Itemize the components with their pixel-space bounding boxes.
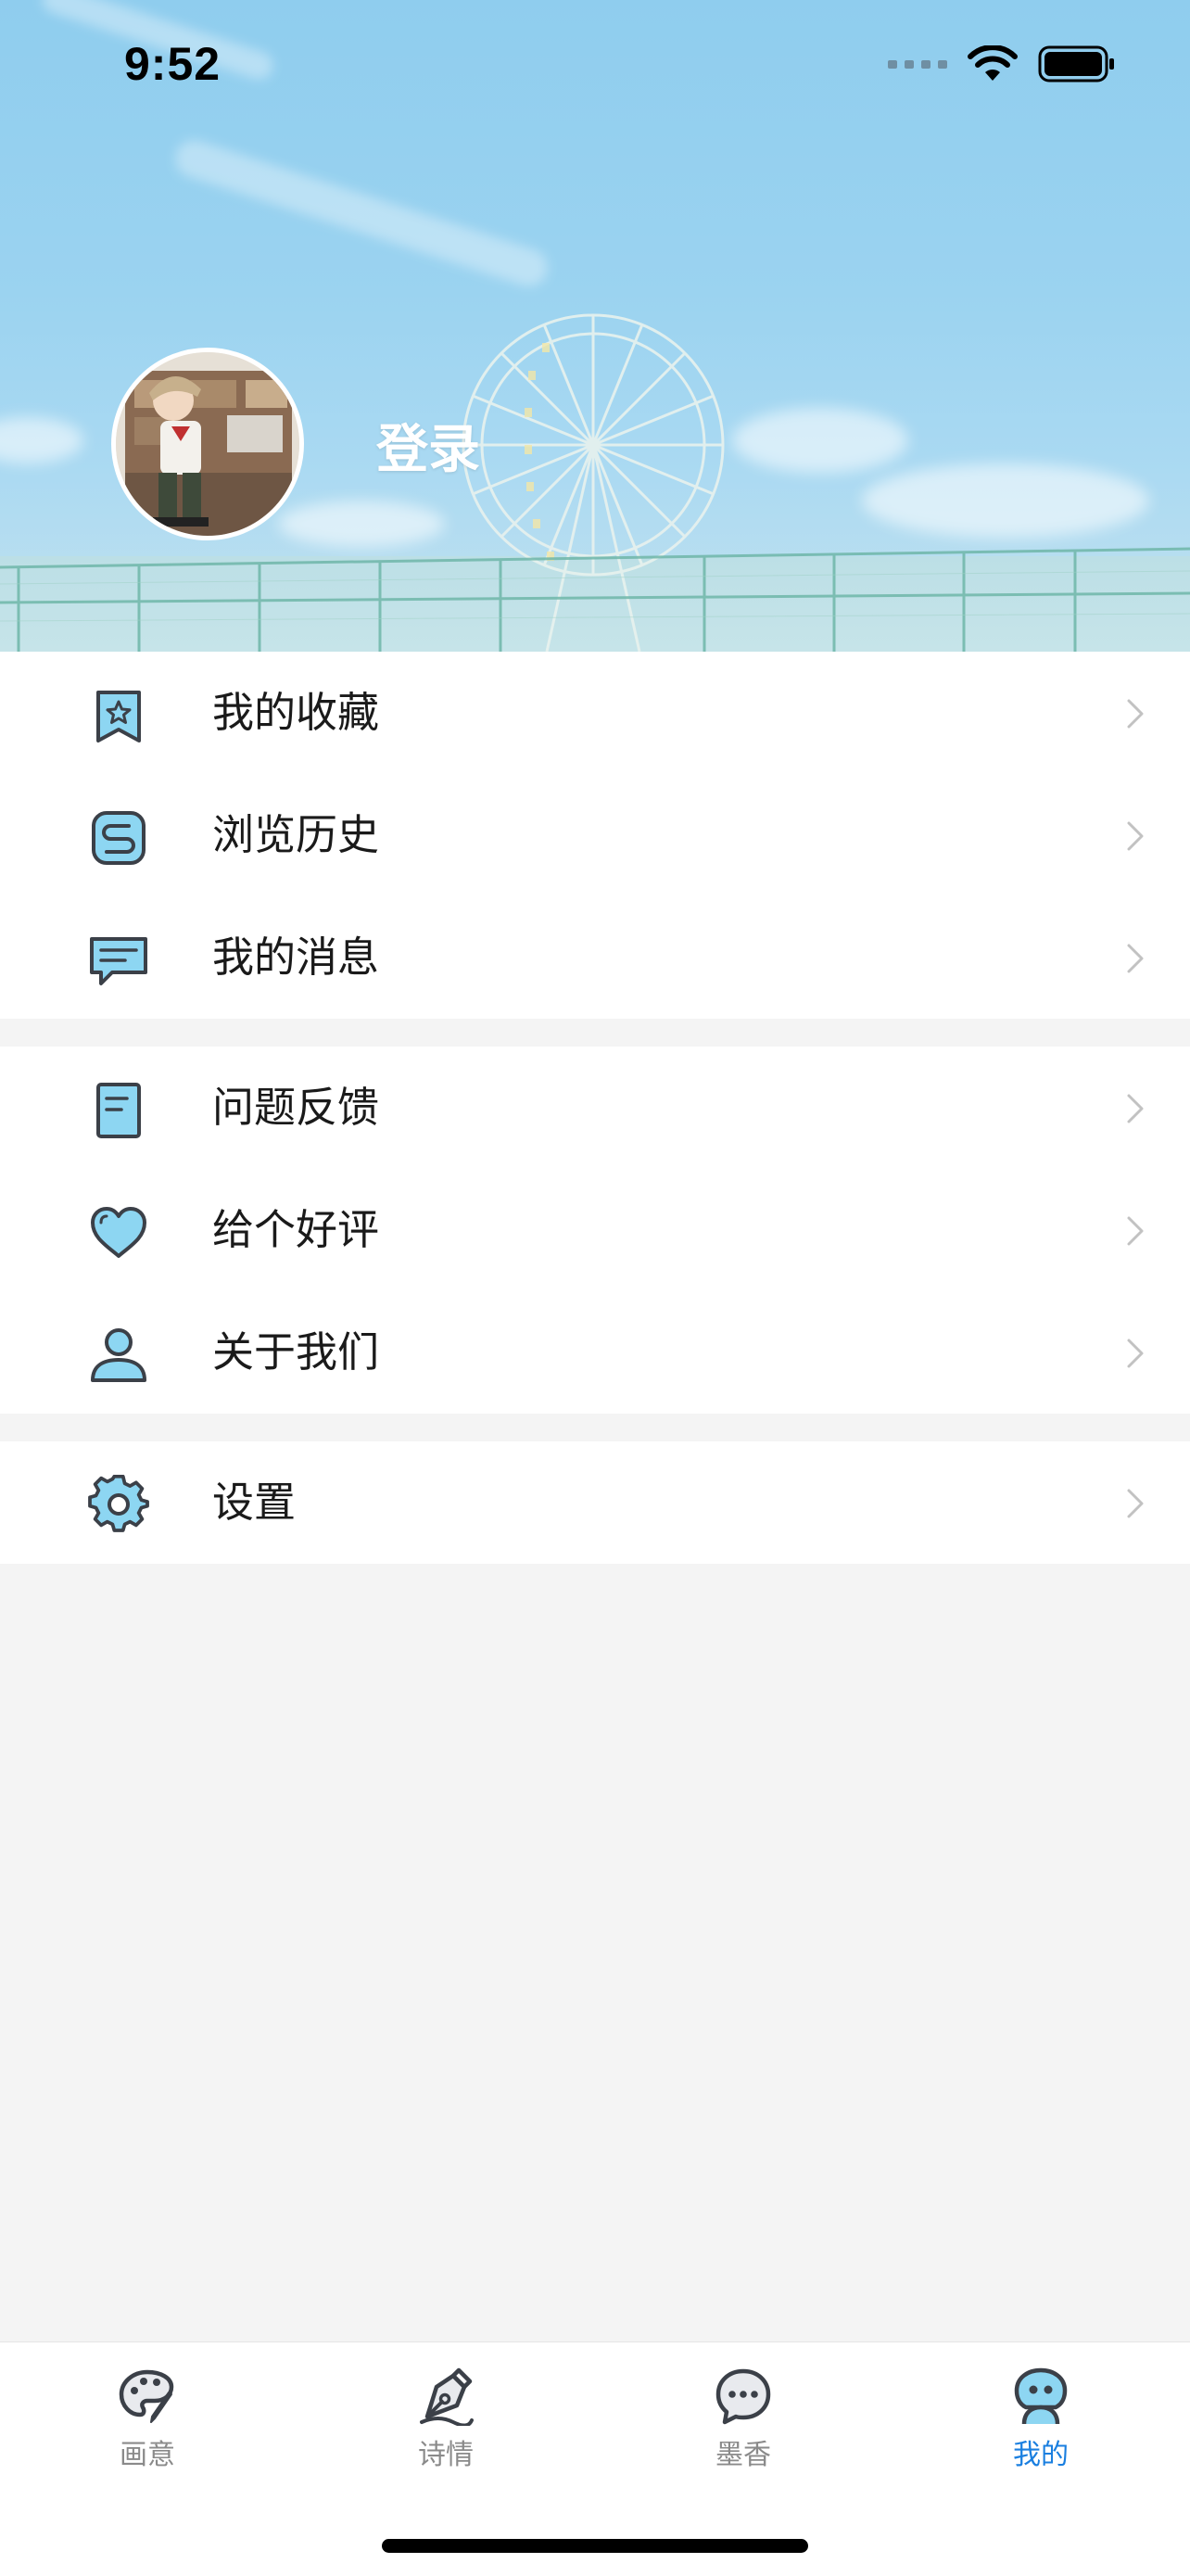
status-time: 9:52 [124, 38, 222, 90]
menu-item-label: 给个好评 [212, 1205, 380, 1254]
bookmark-star-icon [96, 691, 141, 742]
menu-item-label: 问题反馈 [212, 1083, 380, 1132]
mine-face-icon [1014, 2367, 1068, 2425]
avatar-illustration [116, 352, 299, 536]
menu-item-label: 我的消息 [212, 933, 380, 982]
tab-shiqing[interactable]: 诗情 [362, 2367, 529, 2478]
ferris-wheel-fence-scene [0, 313, 1190, 652]
menu-item-label: 浏览历史 [212, 810, 380, 859]
menu-item-label: 关于我们 [212, 1327, 380, 1377]
chevron-right-icon [1127, 821, 1144, 851]
chevron-right-icon [1127, 944, 1144, 973]
tab-mine[interactable]: 我的 [957, 2367, 1124, 2478]
menu-item-favorites[interactable]: 我的收藏 [0, 652, 1190, 774]
menu-item-rate-us[interactable]: 给个好评 [0, 1169, 1190, 1291]
menu-item-about-us[interactable]: 关于我们 [0, 1291, 1190, 1414]
menu-item-messages[interactable]: 我的消息 [0, 896, 1190, 1019]
menu-item-label: 我的收藏 [212, 688, 380, 737]
menu-group-3: 设置 [0, 1441, 1190, 1564]
menu-item-feedback[interactable]: 问题反馈 [0, 1047, 1190, 1169]
avatar[interactable] [111, 348, 304, 540]
login-button[interactable]: 登录 [376, 408, 480, 483]
menu-group-1: 我的收藏 浏览历史 我的消息 [0, 652, 1190, 1019]
pen-nib-icon [420, 2367, 474, 2426]
person-icon [91, 1328, 146, 1382]
chevron-right-icon [1127, 1216, 1144, 1246]
palette-icon [119, 2369, 174, 2423]
feedback-icon [96, 1083, 141, 1138]
heart-icon [91, 1207, 146, 1258]
tab-moxiang[interactable]: 墨香 [660, 2367, 827, 2478]
cellular-signal-icon [888, 60, 947, 69]
message-icon [90, 937, 147, 985]
tab-label: 墨香 [715, 2439, 771, 2471]
chevron-right-icon [1127, 1489, 1144, 1518]
gear-icon [88, 1475, 149, 1532]
chevron-right-icon [1127, 699, 1144, 729]
profile-header: 9:52 登录 [0, 0, 1190, 652]
chevron-right-icon [1127, 1094, 1144, 1123]
wifi-icon [968, 45, 1018, 81]
menu-item-history[interactable]: 浏览历史 [0, 774, 1190, 896]
chat-bubble-icon [715, 2368, 771, 2425]
home-indicator [382, 2539, 808, 2553]
menu-item-label: 设置 [212, 1478, 297, 1527]
tab-label: 我的 [1013, 2439, 1069, 2471]
tab-huayi[interactable]: 画意 [64, 2367, 231, 2478]
battery-icon [1038, 45, 1114, 82]
menu-group-2: 问题反馈 给个好评 关于我们 [0, 1047, 1190, 1414]
history-icon [92, 811, 146, 865]
tab-label: 画意 [120, 2439, 175, 2471]
status-icons [888, 41, 1116, 87]
menu-item-settings[interactable]: 设置 [0, 1441, 1190, 1564]
tab-label: 诗情 [418, 2439, 474, 2471]
chevron-right-icon [1127, 1339, 1144, 1368]
